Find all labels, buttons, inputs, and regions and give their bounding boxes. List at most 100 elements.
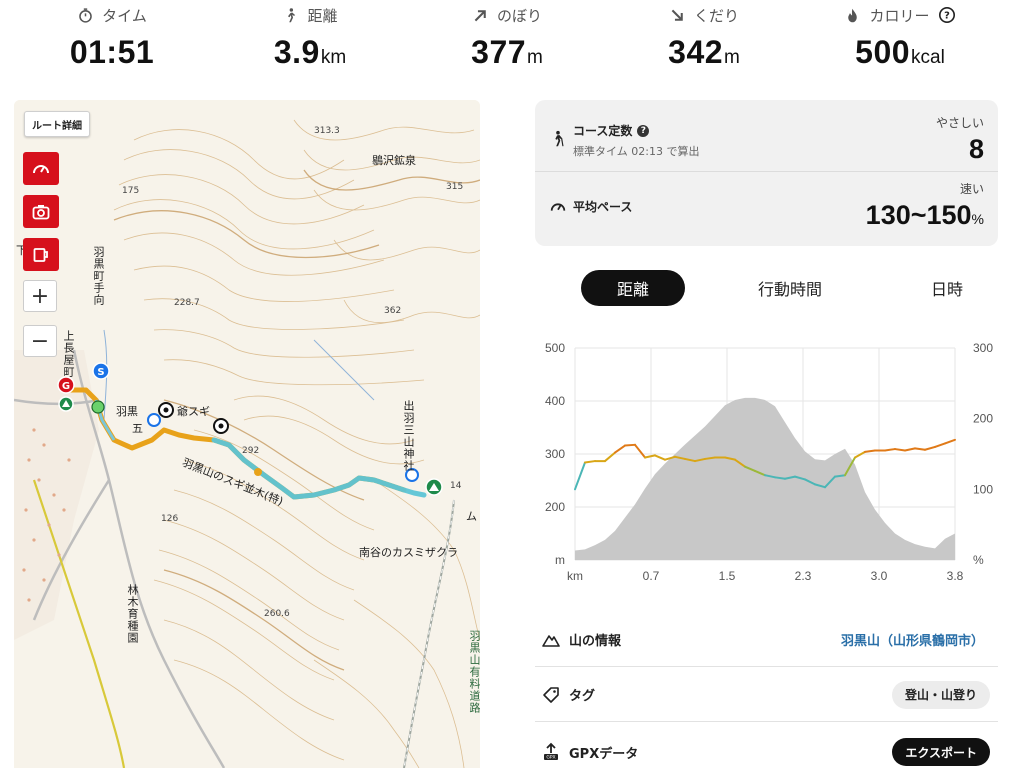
y-right-tick-label: 200 — [973, 412, 993, 426]
stat-calories-unit: kcal — [911, 47, 945, 68]
pace-line-segment — [914, 447, 926, 451]
stat-descent: くだり 342m — [604, 0, 804, 71]
speedometer-icon — [33, 164, 49, 173]
pace-line-segment — [574, 461, 586, 491]
difficulty-label: やさしい — [935, 116, 984, 130]
help-icon[interactable]: ? — [938, 6, 956, 24]
svg-text:S: S — [97, 367, 104, 378]
gpx-row: GPX GPXデータ エクスポート — [535, 725, 998, 779]
tab-distance[interactable]: 距離 — [581, 270, 685, 306]
photo-marker-2[interactable] — [213, 418, 229, 434]
pace-line-segment — [654, 454, 666, 461]
elevation-chart[interactable]: 500 400 300 200 m 300 200 100% km 0.7 1.5 2.3 3.0 3.8 — [535, 332, 1015, 594]
pace-speed-label: 速い — [959, 182, 984, 196]
stat-ascent-value: 377 — [471, 34, 527, 70]
map-label-ikezawa: 鶍沢鉱泉 — [372, 154, 416, 167]
memo-button[interactable] — [23, 238, 59, 271]
tag-pill[interactable]: 登山・山登り — [891, 680, 990, 709]
route-map[interactable]: G S 313.3 鶍沢鉱泉 315 175 228.7 362 292 126… — [14, 100, 480, 768]
y-left-tick-label: 500 — [545, 341, 565, 355]
tab-date-time[interactable]: 日時 — [907, 270, 987, 306]
summit-marker-3[interactable] — [425, 478, 443, 496]
pace-line-segment — [944, 438, 956, 445]
stat-time: タイム 01:51 — [12, 0, 212, 71]
course-help-icon[interactable]: ? — [637, 124, 650, 137]
average-pace-label: 平均ペース — [573, 200, 633, 214]
stat-ascent-unit: m — [527, 47, 543, 68]
map-label-haguro-town: 羽黒町手向 — [92, 246, 105, 306]
x-tick-label: km — [567, 569, 583, 583]
pace-line-segment — [774, 476, 786, 480]
pace-line-segment — [634, 443, 646, 459]
mountain-info-row[interactable]: 山の情報 羽黒山（山形県鶴岡市） — [535, 613, 998, 667]
photo-button[interactable] — [23, 195, 59, 228]
walker-icon — [288, 7, 296, 22]
gpx-upload-icon: GPX — [544, 742, 558, 761]
pace-line-segment — [934, 442, 946, 448]
pace-line-segment — [904, 447, 916, 452]
stat-descent-label: くだり — [693, 6, 739, 25]
mountain-icon — [542, 634, 560, 647]
summit-marker-2[interactable] — [91, 400, 105, 414]
route-detail-button[interactable]: ルート詳細 — [24, 111, 90, 137]
pace-line-segment — [894, 448, 906, 452]
pace-line-segment — [644, 454, 656, 459]
map-label-go: 五 — [132, 422, 143, 435]
map-label-toll-road: 羽黒山有料道路 — [468, 630, 480, 714]
svg-text:G: G — [62, 381, 70, 392]
x-tick-label: 2.3 — [795, 569, 812, 583]
stat-ascent: のぼり 377m — [407, 0, 607, 71]
pace-number: 130~150 — [865, 200, 972, 230]
tag-icon — [543, 686, 559, 703]
zoom-in-button[interactable]: + — [23, 280, 57, 312]
map-label-alt-2287: 228.7 — [174, 298, 200, 308]
hiker-icon — [555, 130, 564, 147]
chart-tabs: 距離 行動時間 日時 — [535, 268, 998, 308]
mountain-info-label: 山の情報 — [569, 634, 622, 649]
difficulty-value: 8 — [968, 134, 984, 164]
summit-marker[interactable] — [58, 396, 74, 412]
map-label-alt-292: 292 — [242, 446, 260, 456]
pace-line-segment — [924, 445, 936, 451]
y-right-tick-label: 300 — [973, 341, 993, 355]
arrow-down-right-icon — [671, 9, 683, 21]
camera-icon — [32, 204, 50, 219]
stat-calories: カロリー ? 500kcal — [800, 0, 1000, 71]
start-marker[interactable]: S — [92, 362, 110, 380]
course-standard-time: 標準タイム 02:13 で算出 — [573, 145, 700, 158]
map-label-alt-126: 126 — [161, 514, 179, 524]
map-label-ri: ム — [466, 510, 477, 523]
map-label-rinboku: 林木育種園 — [126, 584, 139, 644]
pace-line-segment — [884, 448, 896, 452]
zoom-out-button[interactable]: − — [23, 325, 57, 357]
tab-activity-time[interactable]: 行動時間 — [735, 270, 845, 306]
pace-gauge-icon — [550, 203, 566, 211]
photo-marker[interactable] — [158, 402, 174, 418]
map-label-alt-3133: 313.3 — [314, 126, 340, 136]
pace-line-segment — [624, 443, 636, 447]
stat-descent-unit: m — [724, 47, 740, 68]
tag-row: タグ 登山・山登り — [535, 668, 998, 722]
y-right-tick-label: 100 — [973, 482, 993, 496]
map-label-kamichoja: 上長屋町 — [62, 330, 75, 378]
map-label-alt-315: 315 — [446, 182, 464, 192]
speedometer-button[interactable] — [23, 152, 59, 185]
y-left-tick-label: 200 — [545, 500, 565, 514]
pace-unit: % — [971, 211, 984, 227]
x-tick-label: 0.7 — [643, 569, 660, 583]
x-tick-label: 1.5 — [719, 569, 736, 583]
map-label-minamidani: 南谷のカスミザクラ — [359, 546, 458, 559]
stat-descent-value: 342 — [668, 34, 724, 70]
gpx-label: GPXデータ — [569, 746, 639, 762]
y-right-tick-label: % — [973, 553, 984, 567]
flame-icon — [848, 8, 858, 22]
pace-line-segment — [854, 450, 866, 459]
goal-marker[interactable]: G — [57, 376, 75, 394]
mountain-link[interactable]: 羽黒山（山形県鶴岡市） — [841, 630, 984, 649]
stat-distance-unit: km — [320, 47, 347, 68]
rest-marker[interactable] — [147, 413, 161, 427]
y-left-tick-label: 400 — [545, 394, 565, 408]
export-button[interactable]: エクスポート — [892, 738, 990, 766]
pace-line-segment — [614, 444, 626, 454]
pace-line-segment — [704, 456, 716, 460]
